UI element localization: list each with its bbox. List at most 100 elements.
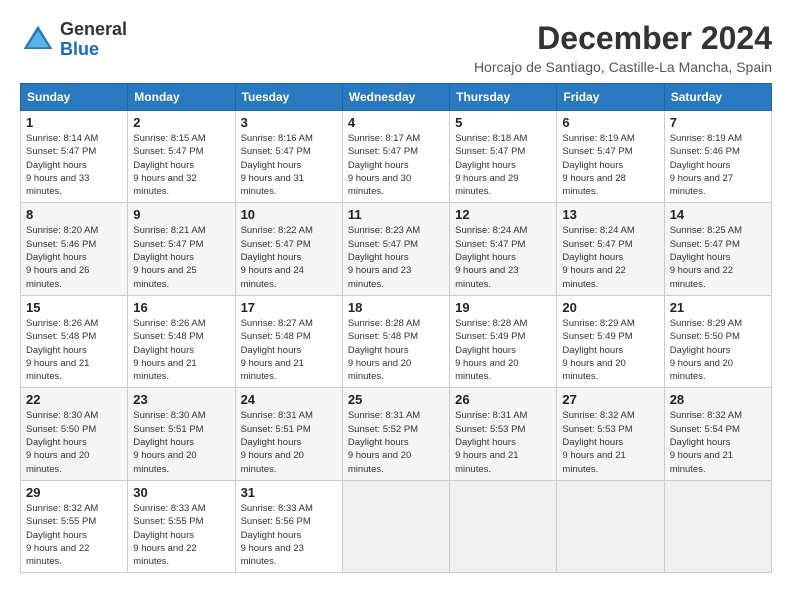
- title-area: December 2024 Horcajo de Santiago, Casti…: [474, 20, 772, 75]
- day-number: 3: [241, 115, 337, 130]
- calendar-cell: [664, 480, 771, 572]
- calendar-cell: 27 Sunrise: 8:32 AMSunset: 5:53 PMDaylig…: [557, 388, 664, 480]
- day-number: 9: [133, 207, 229, 222]
- weekday-header-cell: Wednesday: [342, 84, 449, 111]
- day-info: Sunrise: 8:29 AMSunset: 5:49 PMDaylight …: [562, 318, 634, 382]
- day-number: 15: [26, 300, 122, 315]
- day-info: Sunrise: 8:22 AMSunset: 5:47 PMDaylight …: [241, 225, 313, 289]
- day-info: Sunrise: 8:26 AMSunset: 5:48 PMDaylight …: [133, 318, 205, 382]
- calendar-cell: 11 Sunrise: 8:23 AMSunset: 5:47 PMDaylig…: [342, 203, 449, 295]
- calendar-cell: 16 Sunrise: 8:26 AMSunset: 5:48 PMDaylig…: [128, 295, 235, 387]
- calendar-cell: 24 Sunrise: 8:31 AMSunset: 5:51 PMDaylig…: [235, 388, 342, 480]
- day-number: 30: [133, 485, 229, 500]
- day-number: 27: [562, 392, 658, 407]
- calendar-cell: 3 Sunrise: 8:16 AMSunset: 5:47 PMDayligh…: [235, 111, 342, 203]
- day-number: 11: [348, 207, 444, 222]
- weekday-header-cell: Monday: [128, 84, 235, 111]
- day-number: 1: [26, 115, 122, 130]
- day-info: Sunrise: 8:25 AMSunset: 5:47 PMDaylight …: [670, 225, 742, 289]
- day-info: Sunrise: 8:16 AMSunset: 5:47 PMDaylight …: [241, 133, 313, 197]
- day-info: Sunrise: 8:31 AMSunset: 5:53 PMDaylight …: [455, 410, 527, 474]
- day-number: 22: [26, 392, 122, 407]
- day-number: 4: [348, 115, 444, 130]
- calendar-cell: 29 Sunrise: 8:32 AMSunset: 5:55 PMDaylig…: [21, 480, 128, 572]
- calendar-cell: 28 Sunrise: 8:32 AMSunset: 5:54 PMDaylig…: [664, 388, 771, 480]
- logo: General Blue: [20, 20, 127, 60]
- calendar-cell: 15 Sunrise: 8:26 AMSunset: 5:48 PMDaylig…: [21, 295, 128, 387]
- calendar-cell: 13 Sunrise: 8:24 AMSunset: 5:47 PMDaylig…: [557, 203, 664, 295]
- logo-line2: Blue: [60, 40, 127, 60]
- day-info: Sunrise: 8:15 AMSunset: 5:47 PMDaylight …: [133, 133, 205, 197]
- calendar-cell: 14 Sunrise: 8:25 AMSunset: 5:47 PMDaylig…: [664, 203, 771, 295]
- day-number: 17: [241, 300, 337, 315]
- day-number: 10: [241, 207, 337, 222]
- day-number: 12: [455, 207, 551, 222]
- day-info: Sunrise: 8:19 AMSunset: 5:47 PMDaylight …: [562, 133, 634, 197]
- day-info: Sunrise: 8:21 AMSunset: 5:47 PMDaylight …: [133, 225, 205, 289]
- location-title: Horcajo de Santiago, Castille-La Mancha,…: [474, 59, 772, 75]
- logo-icon: [20, 22, 56, 58]
- day-number: 28: [670, 392, 766, 407]
- calendar-cell: 4 Sunrise: 8:17 AMSunset: 5:47 PMDayligh…: [342, 111, 449, 203]
- day-info: Sunrise: 8:30 AMSunset: 5:51 PMDaylight …: [133, 410, 205, 474]
- logo-line1: General: [60, 20, 127, 40]
- day-number: 16: [133, 300, 229, 315]
- day-info: Sunrise: 8:14 AMSunset: 5:47 PMDaylight …: [26, 133, 98, 197]
- calendar-week-row: 1 Sunrise: 8:14 AMSunset: 5:47 PMDayligh…: [21, 111, 772, 203]
- calendar-cell: 8 Sunrise: 8:20 AMSunset: 5:46 PMDayligh…: [21, 203, 128, 295]
- calendar-cell: 12 Sunrise: 8:24 AMSunset: 5:47 PMDaylig…: [450, 203, 557, 295]
- calendar-week-row: 8 Sunrise: 8:20 AMSunset: 5:46 PMDayligh…: [21, 203, 772, 295]
- calendar-cell: 9 Sunrise: 8:21 AMSunset: 5:47 PMDayligh…: [128, 203, 235, 295]
- day-number: 25: [348, 392, 444, 407]
- calendar-body: 1 Sunrise: 8:14 AMSunset: 5:47 PMDayligh…: [21, 111, 772, 573]
- month-title: December 2024: [474, 20, 772, 57]
- day-number: 24: [241, 392, 337, 407]
- calendar-cell: 30 Sunrise: 8:33 AMSunset: 5:55 PMDaylig…: [128, 480, 235, 572]
- day-number: 19: [455, 300, 551, 315]
- calendar-cell: 20 Sunrise: 8:29 AMSunset: 5:49 PMDaylig…: [557, 295, 664, 387]
- day-info: Sunrise: 8:33 AMSunset: 5:56 PMDaylight …: [241, 503, 313, 567]
- day-number: 29: [26, 485, 122, 500]
- calendar-cell: 22 Sunrise: 8:30 AMSunset: 5:50 PMDaylig…: [21, 388, 128, 480]
- calendar-cell: 2 Sunrise: 8:15 AMSunset: 5:47 PMDayligh…: [128, 111, 235, 203]
- weekday-header-cell: Saturday: [664, 84, 771, 111]
- calendar-cell: 7 Sunrise: 8:19 AMSunset: 5:46 PMDayligh…: [664, 111, 771, 203]
- day-info: Sunrise: 8:32 AMSunset: 5:54 PMDaylight …: [670, 410, 742, 474]
- day-number: 31: [241, 485, 337, 500]
- calendar-cell: 6 Sunrise: 8:19 AMSunset: 5:47 PMDayligh…: [557, 111, 664, 203]
- calendar-cell: 19 Sunrise: 8:28 AMSunset: 5:49 PMDaylig…: [450, 295, 557, 387]
- day-info: Sunrise: 8:17 AMSunset: 5:47 PMDaylight …: [348, 133, 420, 197]
- day-number: 6: [562, 115, 658, 130]
- calendar-cell: 5 Sunrise: 8:18 AMSunset: 5:47 PMDayligh…: [450, 111, 557, 203]
- day-info: Sunrise: 8:20 AMSunset: 5:46 PMDaylight …: [26, 225, 98, 289]
- day-info: Sunrise: 8:18 AMSunset: 5:47 PMDaylight …: [455, 133, 527, 197]
- weekday-header-row: SundayMondayTuesdayWednesdayThursdayFrid…: [21, 84, 772, 111]
- day-info: Sunrise: 8:27 AMSunset: 5:48 PMDaylight …: [241, 318, 313, 382]
- calendar-table: SundayMondayTuesdayWednesdayThursdayFrid…: [20, 83, 772, 573]
- weekday-header-cell: Thursday: [450, 84, 557, 111]
- day-number: 26: [455, 392, 551, 407]
- day-number: 23: [133, 392, 229, 407]
- weekday-header-cell: Friday: [557, 84, 664, 111]
- day-number: 21: [670, 300, 766, 315]
- day-number: 20: [562, 300, 658, 315]
- day-number: 2: [133, 115, 229, 130]
- calendar-week-row: 15 Sunrise: 8:26 AMSunset: 5:48 PMDaylig…: [21, 295, 772, 387]
- day-info: Sunrise: 8:24 AMSunset: 5:47 PMDaylight …: [455, 225, 527, 289]
- calendar-cell: [557, 480, 664, 572]
- calendar-cell: 25 Sunrise: 8:31 AMSunset: 5:52 PMDaylig…: [342, 388, 449, 480]
- day-number: 18: [348, 300, 444, 315]
- calendar-cell: 21 Sunrise: 8:29 AMSunset: 5:50 PMDaylig…: [664, 295, 771, 387]
- calendar-cell: 31 Sunrise: 8:33 AMSunset: 5:56 PMDaylig…: [235, 480, 342, 572]
- day-info: Sunrise: 8:28 AMSunset: 5:49 PMDaylight …: [455, 318, 527, 382]
- calendar-week-row: 29 Sunrise: 8:32 AMSunset: 5:55 PMDaylig…: [21, 480, 772, 572]
- day-number: 5: [455, 115, 551, 130]
- calendar-cell: [450, 480, 557, 572]
- day-number: 14: [670, 207, 766, 222]
- calendar-cell: 26 Sunrise: 8:31 AMSunset: 5:53 PMDaylig…: [450, 388, 557, 480]
- calendar-week-row: 22 Sunrise: 8:30 AMSunset: 5:50 PMDaylig…: [21, 388, 772, 480]
- day-info: Sunrise: 8:33 AMSunset: 5:55 PMDaylight …: [133, 503, 205, 567]
- day-info: Sunrise: 8:28 AMSunset: 5:48 PMDaylight …: [348, 318, 420, 382]
- day-number: 8: [26, 207, 122, 222]
- day-info: Sunrise: 8:31 AMSunset: 5:52 PMDaylight …: [348, 410, 420, 474]
